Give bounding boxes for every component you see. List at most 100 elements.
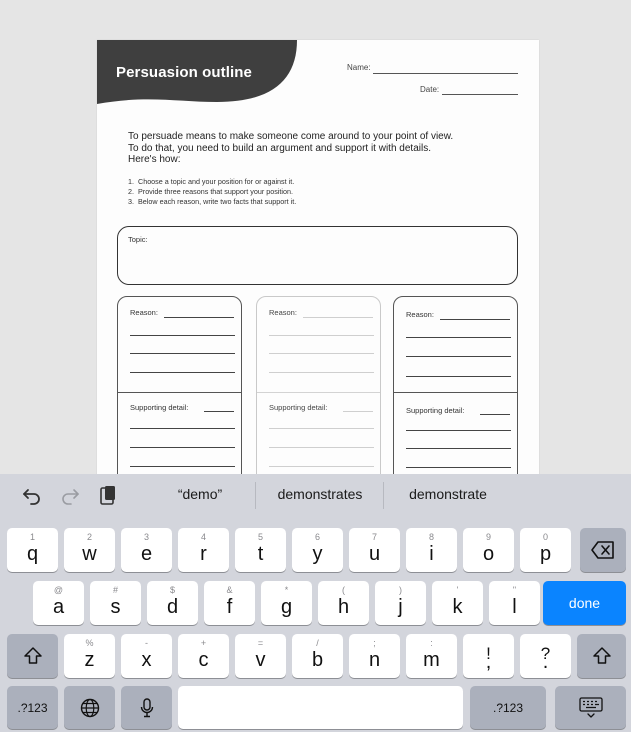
key-v[interactable]: = v [235, 634, 286, 678]
key-alt-char: @ [53, 585, 64, 595]
key-alt-char: 5 [257, 532, 263, 542]
undo-icon[interactable] [18, 484, 46, 508]
key-f[interactable]: & f [204, 581, 255, 625]
key-k[interactable]: ' k [432, 581, 483, 625]
box-divider [118, 392, 241, 393]
key-z[interactable]: % z [64, 634, 115, 678]
key-alt-char: : [430, 638, 433, 648]
date-label: Date: [420, 85, 440, 94]
key-char: h [337, 596, 350, 618]
key-char: b [311, 649, 324, 671]
key-char: r [200, 543, 207, 565]
suggestion-2[interactable]: demonstrates [260, 486, 380, 502]
step-item: 3. Below each reason, write two facts tha… [128, 197, 488, 207]
numbers-key-right[interactable]: .?123 [470, 686, 546, 729]
backspace-key[interactable] [580, 528, 626, 572]
key-e[interactable]: 3e [121, 528, 172, 572]
key-s[interactable]: # s [90, 581, 141, 625]
answer-line [269, 353, 374, 354]
key-i[interactable]: 8i [406, 528, 457, 572]
reason-line [303, 317, 373, 318]
key-b[interactable]: / b [292, 634, 343, 678]
reason-box-2: Reason: Supporting detail: [256, 296, 381, 474]
step-number: 2. [128, 186, 134, 196]
key-comma[interactable]: !, [463, 634, 514, 678]
key-g[interactable]: * g [261, 581, 312, 625]
detail-label: Supporting detail: [406, 406, 465, 415]
answer-line [130, 428, 235, 429]
hide-keyboard-key[interactable] [555, 686, 626, 729]
worksheet-page[interactable]: Persuasion outline Name: Date: To persua… [97, 40, 539, 474]
clipboard-icon[interactable] [94, 484, 122, 508]
key-alt-char: 1 [29, 532, 35, 542]
suggestion-3[interactable]: demonstrate [388, 486, 508, 502]
key-alt-char: 0 [542, 532, 548, 542]
reason-label: Reason: [130, 308, 158, 317]
redo-icon[interactable] [56, 484, 84, 508]
key-char: z [84, 649, 95, 671]
key-char: w [82, 543, 97, 565]
key-alt-char: 6 [314, 532, 320, 542]
key-p[interactable]: 0p [520, 528, 571, 572]
key-alt-char: $ [169, 585, 175, 595]
key-q[interactable]: 1q [7, 528, 58, 572]
key-d[interactable]: $ d [147, 581, 198, 625]
key-alt-char: % [85, 638, 94, 648]
key-u[interactable]: 7u [349, 528, 400, 572]
answer-line [406, 467, 511, 468]
microphone-icon [121, 686, 172, 729]
answer-line [406, 430, 511, 431]
answer-line [130, 335, 235, 336]
name-line [373, 73, 518, 74]
numbers-key-left[interactable]: .?123 [7, 686, 58, 729]
numbers-label: .?123 [17, 700, 48, 715]
detail-line [343, 411, 373, 412]
step-item: 2. Provide three reasons that support you… [128, 187, 488, 197]
key-x[interactable]: -x [121, 634, 172, 678]
key-period[interactable]: ?. [520, 634, 571, 678]
key-c[interactable]: + c [178, 634, 229, 678]
suggestion-separator [383, 482, 384, 509]
key-char: v [255, 649, 266, 671]
date-line [442, 94, 518, 95]
step-item: 1. Choose a topic and your position for o… [128, 177, 488, 187]
key-char: p [539, 543, 552, 565]
key-l[interactable]: " l [489, 581, 540, 625]
key-char: f [226, 596, 233, 618]
key-alt-char: ( [342, 585, 345, 595]
key-h[interactable]: (h [318, 581, 369, 625]
dictation-key[interactable] [121, 686, 172, 729]
key-alt-char: + [200, 638, 207, 648]
detail-label: Supporting detail: [130, 403, 189, 412]
key-char: d [166, 596, 179, 618]
shift-key-right[interactable] [577, 634, 626, 678]
key-n[interactable]: ; n [349, 634, 400, 678]
detail-label: Supporting detail: [269, 403, 328, 412]
document-viewer[interactable]: Persuasion outline Name: Date: To persua… [0, 0, 631, 474]
key-o[interactable]: 9o [463, 528, 514, 572]
key-t[interactable]: 5t [235, 528, 286, 572]
suggestion-1[interactable]: “demo” [150, 486, 250, 502]
key-a[interactable]: @ a [33, 581, 84, 625]
done-button[interactable]: done [543, 581, 626, 625]
key-alt-char: " [512, 585, 517, 595]
keyboard-hide-icon [555, 686, 626, 729]
shift-key-left[interactable] [7, 634, 58, 678]
key-j[interactable]: ) j [375, 581, 426, 625]
key-char: i [429, 543, 434, 565]
key-alt-char: # [112, 585, 118, 595]
globe-key[interactable] [64, 686, 115, 729]
suggestion-separator [255, 482, 256, 509]
key-alt-char: = [257, 638, 264, 648]
key-r[interactable]: 4r [178, 528, 229, 572]
key-alt-char: 3 [143, 532, 149, 542]
key-alt-char: ) [399, 585, 402, 595]
key-alt-char: 4 [200, 532, 206, 542]
detail-line [204, 411, 234, 412]
key-m[interactable]: :m [406, 634, 457, 678]
globe-icon [64, 686, 115, 729]
worksheet-title: Persuasion outline [116, 64, 252, 81]
key-w[interactable]: 2w [64, 528, 115, 572]
space-bar[interactable] [178, 686, 463, 729]
key-y[interactable]: 6y [292, 528, 343, 572]
